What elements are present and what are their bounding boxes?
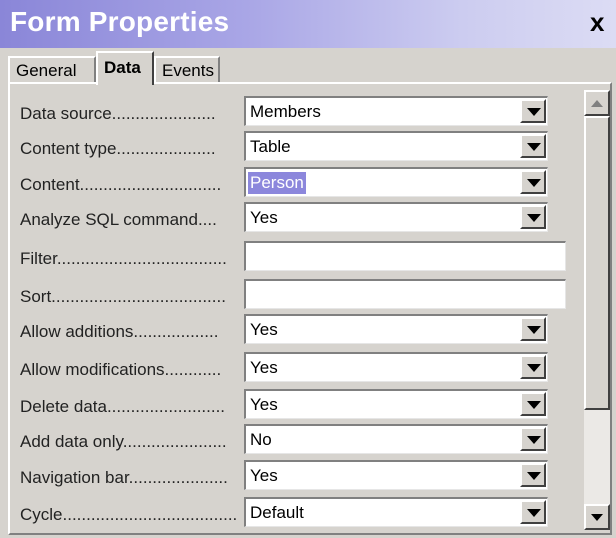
dropdown-button-allow-modifications[interactable]	[520, 355, 546, 379]
property-value-allow-additions: Yes	[250, 320, 278, 339]
arrow-up-icon	[591, 100, 603, 107]
chevron-down-icon	[527, 326, 541, 334]
property-value-delete-data: Yes	[250, 395, 278, 414]
dropdown-button-add-data-only[interactable]	[520, 427, 546, 451]
dropdown-button-delete-data[interactable]	[520, 392, 546, 416]
property-value-content: Person	[248, 172, 306, 194]
property-select-data-source[interactable]: Members	[244, 96, 548, 126]
property-label-cycle: Cycle...................................…	[20, 505, 238, 524]
title-bar[interactable]: Form Properties x	[0, 0, 616, 48]
chevron-down-icon	[527, 214, 541, 222]
chevron-down-icon	[527, 472, 541, 480]
vertical-scrollbar[interactable]	[584, 90, 610, 530]
chevron-down-icon	[527, 143, 541, 151]
property-label-navigation-bar: Navigation bar.....................	[20, 468, 228, 487]
property-select-allow-additions[interactable]: Yes	[244, 314, 548, 344]
tab-strip: General Data Events	[0, 48, 616, 85]
dropdown-button-content-type[interactable]	[520, 134, 546, 158]
property-input-sort[interactable]	[244, 279, 566, 309]
property-select-content[interactable]: Person	[244, 167, 548, 197]
property-label-content: Content..............................	[20, 175, 222, 194]
property-value-navigation-bar: Yes	[250, 466, 278, 485]
chevron-down-icon	[527, 509, 541, 517]
dropdown-button-navigation-bar[interactable]	[520, 463, 546, 487]
dropdown-button-cycle[interactable]	[520, 500, 546, 524]
scroll-down-button[interactable]	[584, 504, 610, 530]
scroll-up-button[interactable]	[584, 90, 610, 116]
property-select-delete-data[interactable]: Yes	[244, 389, 548, 419]
chevron-down-icon	[527, 436, 541, 444]
tab-data[interactable]: Data	[96, 51, 154, 85]
property-select-cycle[interactable]: Default	[244, 497, 548, 527]
close-icon[interactable]: x	[590, 8, 604, 36]
dropdown-button-allow-additions[interactable]	[520, 317, 546, 341]
property-value-analyze-sql-command: Yes	[250, 208, 278, 227]
form-properties-window: Form Properties x General Data Events Da…	[0, 0, 616, 538]
property-select-allow-modifications[interactable]: Yes	[244, 352, 548, 382]
property-value-add-data-only: No	[250, 430, 272, 449]
property-label-sort: Sort....................................…	[20, 287, 226, 306]
property-value-cycle: Default	[250, 503, 304, 522]
property-label-allow-modifications: Allow modifications............	[20, 360, 222, 379]
chevron-down-icon	[527, 108, 541, 116]
tab-general-label: General	[16, 61, 77, 80]
property-label-analyze-sql-command: Analyze SQL command....	[20, 210, 217, 229]
dropdown-button-data-source[interactable]	[520, 99, 546, 123]
property-value-content-type: Table	[250, 137, 291, 156]
property-select-content-type[interactable]: Table	[244, 131, 548, 161]
property-label-delete-data: Delete data.........................	[20, 397, 226, 416]
tab-general[interactable]: General	[8, 56, 96, 82]
property-input-filter[interactable]	[244, 241, 566, 271]
tab-data-label: Data	[104, 58, 141, 77]
chevron-down-icon	[527, 179, 541, 187]
tab-events[interactable]: Events	[154, 56, 220, 82]
chevron-down-icon	[527, 364, 541, 372]
scroll-thumb[interactable]	[584, 116, 610, 410]
property-label-allow-additions: Allow additions..................	[20, 322, 219, 341]
arrow-down-icon	[591, 514, 603, 521]
property-value-allow-modifications: Yes	[250, 358, 278, 377]
chevron-down-icon	[527, 401, 541, 409]
dropdown-button-content[interactable]	[520, 170, 546, 194]
window-title: Form Properties	[10, 6, 230, 37]
property-select-add-data-only[interactable]: No	[244, 424, 548, 454]
property-label-data-source: Data source......................	[20, 104, 216, 123]
property-label-add-data-only: Add data only......................	[20, 432, 227, 451]
tab-events-label: Events	[162, 61, 214, 80]
property-select-navigation-bar[interactable]: Yes	[244, 460, 548, 490]
property-value-data-source: Members	[250, 102, 321, 121]
property-select-analyze-sql-command[interactable]: Yes	[244, 202, 548, 232]
dropdown-button-analyze-sql-command[interactable]	[520, 205, 546, 229]
property-label-filter: Filter..................................…	[20, 249, 227, 268]
property-label-content-type: Content type.....................	[20, 139, 216, 158]
